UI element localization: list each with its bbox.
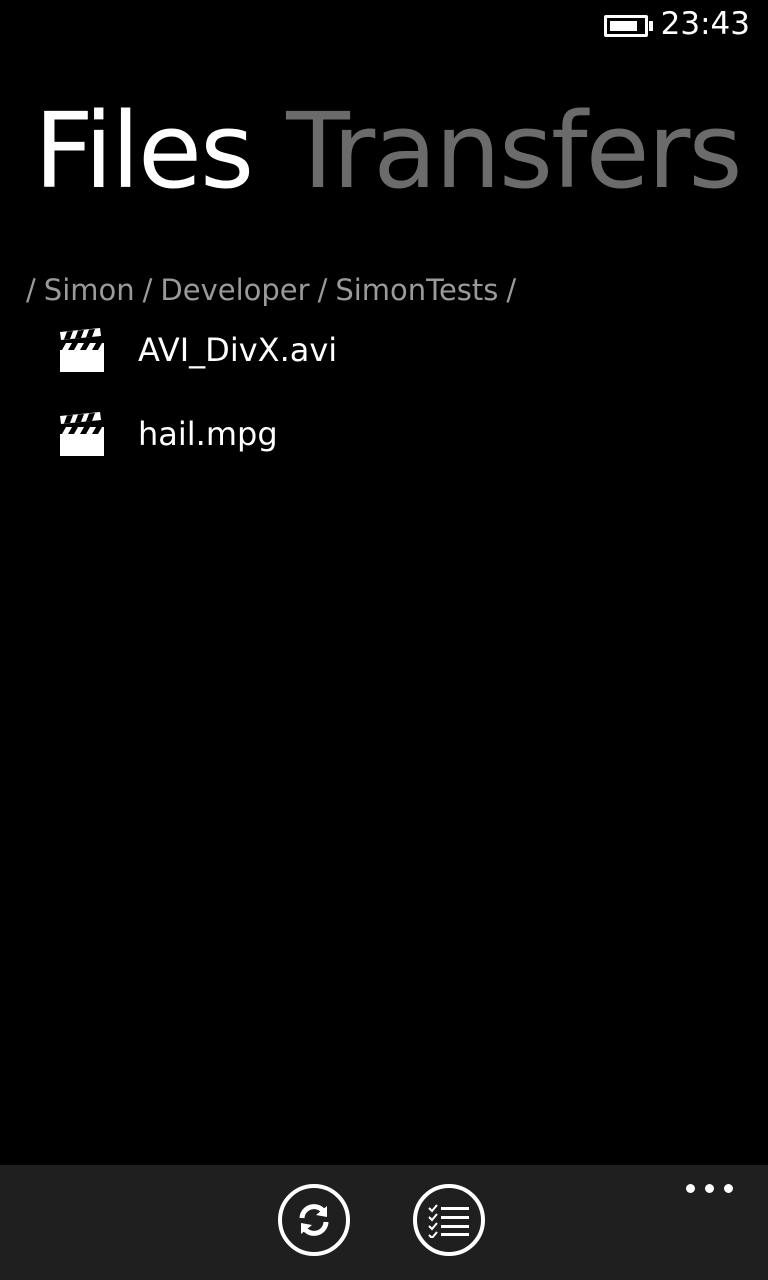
- breadcrumb: / Simon / Developer / SimonTests /: [26, 270, 524, 310]
- video-clapper-icon: [60, 412, 104, 456]
- file-item[interactable]: AVI_DivX.avi: [0, 322, 768, 406]
- pivot-item-transfers[interactable]: Transfers: [286, 86, 742, 216]
- battery-tip: [649, 21, 653, 31]
- battery-level: [610, 21, 637, 31]
- ellipsis-icon[interactable]: [686, 1181, 734, 1195]
- breadcrumb-separator: /: [142, 273, 153, 307]
- file-name: hail.mpg: [138, 415, 278, 453]
- breadcrumb-item-developer[interactable]: Developer: [160, 273, 309, 307]
- pivot-header: Files Transfers: [34, 86, 768, 216]
- file-name: AVI_DivX.avi: [138, 331, 338, 369]
- file-list: AVI_DivX.avi hail.mpg: [0, 322, 768, 490]
- breadcrumb-separator: /: [317, 273, 328, 307]
- breadcrumb-item-simon[interactable]: Simon: [44, 273, 135, 307]
- breadcrumb-item-simontests[interactable]: SimonTests: [335, 273, 498, 307]
- breadcrumb-separator: /: [506, 273, 517, 307]
- status-bar: 23:43: [0, 0, 768, 52]
- clock: 23:43: [660, 6, 750, 42]
- app-bar: [0, 1165, 768, 1280]
- select-button[interactable]: [413, 1184, 485, 1256]
- refresh-button[interactable]: [278, 1184, 350, 1256]
- breadcrumb-separator: /: [26, 273, 36, 307]
- select-list-icon: [428, 1204, 469, 1238]
- video-clapper-icon: [60, 328, 104, 372]
- battery-icon: [604, 15, 648, 37]
- file-item[interactable]: hail.mpg: [0, 406, 768, 490]
- refresh-icon: [299, 1204, 329, 1236]
- pivot-item-files[interactable]: Files: [34, 86, 254, 216]
